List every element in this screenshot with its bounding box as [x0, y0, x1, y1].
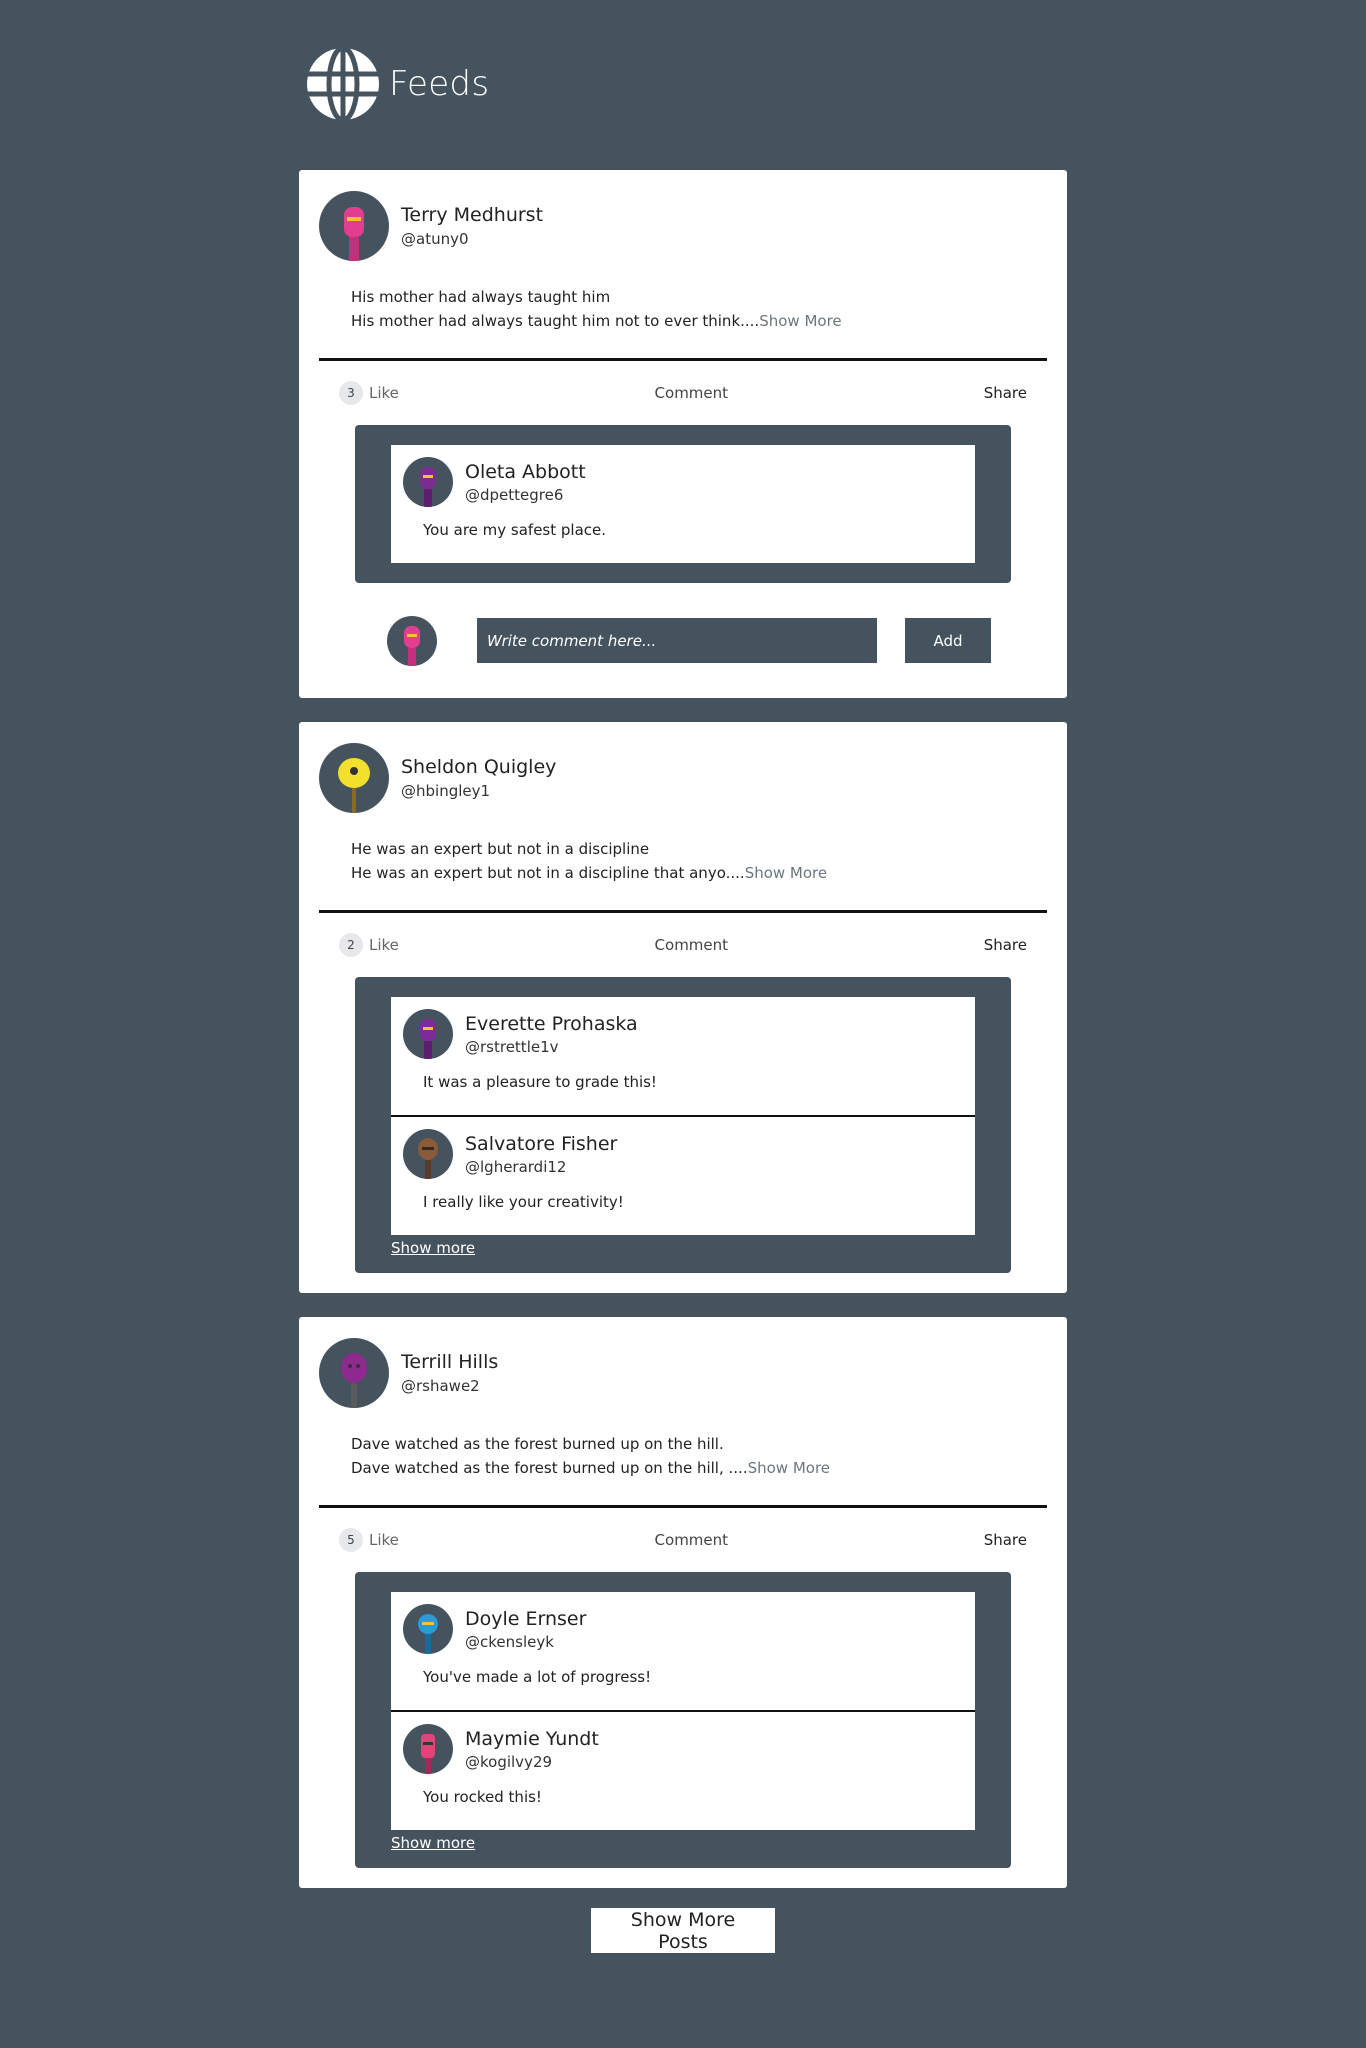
comment-item: Maymie Yundt @kogilvy29 You rocked this!: [391, 1710, 975, 1830]
comment-author-handle: @kogilvy29: [465, 1753, 553, 1771]
comment-text: I really like your creativity!: [423, 1193, 624, 1211]
comment-item: Salvatore Fisher @lgherardi12 I really l…: [391, 1115, 975, 1235]
avatar[interactable]: [403, 1129, 453, 1179]
comment-input[interactable]: [477, 618, 877, 663]
comments-panel: Oleta Abbott @dpettegre6 You are my safe…: [355, 425, 1011, 583]
post-excerpt: He was an expert but not in a discipline…: [351, 864, 828, 882]
post-excerpt: His mother had always taught him not to …: [351, 312, 842, 330]
like-label: Like: [369, 384, 399, 402]
like-count-badge: 2: [339, 933, 363, 957]
author-name[interactable]: Sheldon Quigley: [401, 754, 556, 780]
comment-author-handle: @lgherardi12: [465, 1158, 567, 1176]
post-body: Dave watched as the forest burned up on …: [319, 1408, 1047, 1505]
author-name[interactable]: Terrill Hills: [401, 1349, 498, 1375]
post-title: Dave watched as the forest burned up on …: [351, 1435, 724, 1453]
comment-button[interactable]: Comment: [655, 1531, 729, 1549]
author-handle: @hbingley1: [401, 781, 491, 800]
add-comment-button[interactable]: Add: [905, 618, 991, 663]
page-header: Feeds: [305, 46, 489, 122]
show-more-comments-link[interactable]: Show more: [391, 1239, 475, 1257]
comment-item: Doyle Ernser @ckensleyk You've made a lo…: [391, 1592, 975, 1710]
post-actions: 5 Like Comment Share: [319, 1508, 1047, 1572]
comment-author-name[interactable]: Salvatore Fisher: [465, 1131, 617, 1157]
author-name[interactable]: Terry Medhurst: [401, 202, 543, 228]
comment-text: You've made a lot of progress!: [423, 1668, 652, 1686]
comments-panel: Everette Prohaska @rstrettle1v It was a …: [355, 977, 1011, 1273]
like-count-badge: 5: [339, 1528, 363, 1552]
comment-author-name[interactable]: Everette Prohaska: [465, 1011, 638, 1037]
comment-item: Everette Prohaska @rstrettle1v It was a …: [391, 997, 975, 1115]
show-more-comments-link[interactable]: Show more: [391, 1834, 475, 1852]
feed-list: Terry Medhurst @atuny0 His mother had al…: [299, 170, 1067, 1953]
author-handle: @rshawe2: [401, 1376, 480, 1395]
post-card: Terrill Hills @rshawe2 Dave watched as t…: [299, 1317, 1067, 1888]
comment-author-handle: @ckensleyk: [465, 1633, 554, 1651]
show-more-posts-button[interactable]: Show More Posts: [591, 1908, 775, 1953]
post-author: Terry Medhurst @atuny0: [319, 190, 1047, 261]
avatar[interactable]: [319, 742, 389, 813]
avatar[interactable]: [319, 1337, 389, 1408]
like-button[interactable]: 3 Like: [339, 381, 399, 405]
comment-author-name[interactable]: Doyle Ernser: [465, 1606, 586, 1632]
comment-text: You are my safest place.: [423, 521, 607, 539]
add-comment-row: Add: [319, 583, 1047, 698]
share-button[interactable]: Share: [984, 1531, 1027, 1549]
comment-text: You rocked this!: [423, 1788, 542, 1806]
author-handle: @atuny0: [401, 229, 469, 248]
like-button[interactable]: 5 Like: [339, 1528, 399, 1552]
avatar[interactable]: [403, 457, 453, 507]
avatar[interactable]: [403, 1604, 453, 1654]
comments-panel: Doyle Ernser @ckensleyk You've made a lo…: [355, 1572, 1011, 1868]
avatar[interactable]: [319, 190, 389, 261]
like-label: Like: [369, 1531, 399, 1549]
like-label: Like: [369, 936, 399, 954]
like-count-badge: 3: [339, 381, 363, 405]
comment-button[interactable]: Comment: [655, 936, 729, 954]
avatar: [387, 615, 437, 666]
comment-author-handle: @rstrettle1v: [465, 1038, 559, 1056]
show-more-link[interactable]: Show More: [748, 1459, 830, 1477]
like-button[interactable]: 2 Like: [339, 933, 399, 957]
post-card: Terry Medhurst @atuny0 His mother had al…: [299, 170, 1067, 698]
avatar[interactable]: [403, 1009, 453, 1059]
post-author: Sheldon Quigley @hbingley1: [319, 742, 1047, 813]
post-card: Sheldon Quigley @hbingley1 He was an exp…: [299, 722, 1067, 1293]
share-button[interactable]: Share: [984, 936, 1027, 954]
share-button[interactable]: Share: [984, 384, 1027, 402]
comment-author-handle: @dpettegre6: [465, 486, 564, 504]
comment-text: It was a pleasure to grade this!: [423, 1073, 657, 1091]
post-excerpt: Dave watched as the forest burned up on …: [351, 1459, 831, 1477]
post-title: He was an expert but not in a discipline: [351, 840, 650, 858]
post-body: He was an expert but not in a discipline…: [319, 813, 1047, 910]
post-author: Terrill Hills @rshawe2: [319, 1337, 1047, 1408]
comment-button[interactable]: Comment: [655, 384, 729, 402]
comment-author-name[interactable]: Maymie Yundt: [465, 1726, 599, 1752]
post-title: His mother had always taught him: [351, 288, 611, 306]
show-more-link[interactable]: Show More: [745, 864, 827, 882]
avatar[interactable]: [403, 1724, 453, 1774]
comment-author-name[interactable]: Oleta Abbott: [465, 459, 586, 485]
globe-icon: [307, 46, 379, 122]
post-body: His mother had always taught him His mot…: [319, 261, 1047, 358]
page-title: Feeds: [389, 64, 490, 104]
show-more-link[interactable]: Show More: [759, 312, 841, 330]
comment-item: Oleta Abbott @dpettegre6 You are my safe…: [391, 445, 975, 563]
post-actions: 3 Like Comment Share: [319, 361, 1047, 425]
post-actions: 2 Like Comment Share: [319, 913, 1047, 977]
